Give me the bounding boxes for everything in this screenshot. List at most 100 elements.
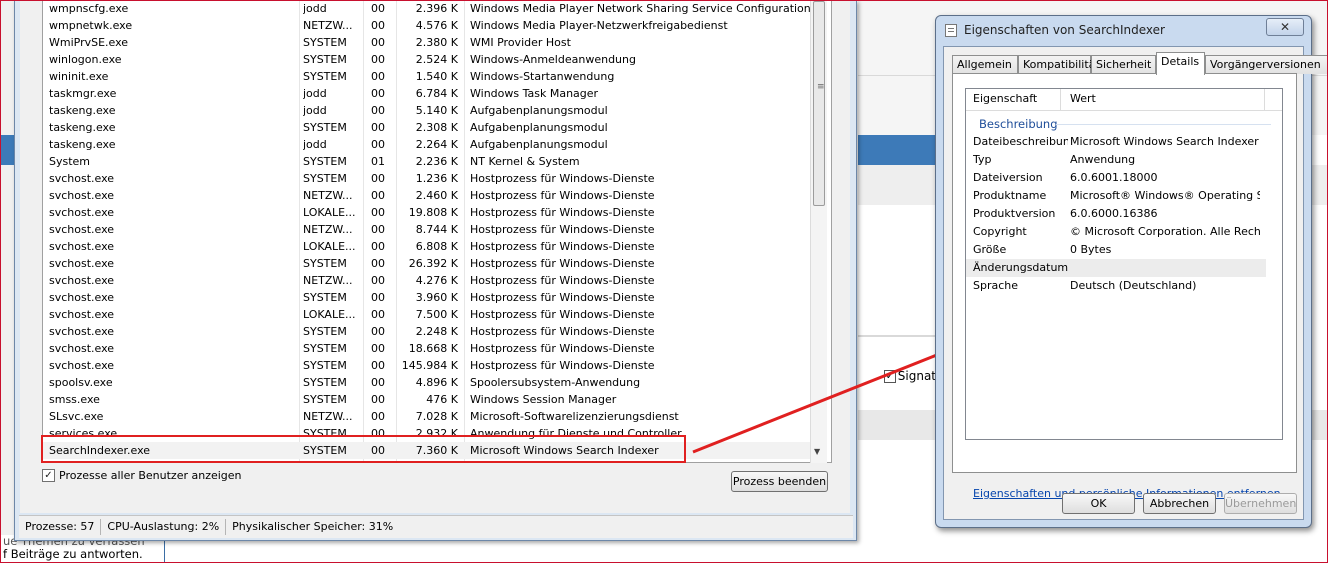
task-manager-body: wmpnscfg.exe jodd 00 2.396 K Windows Media P… <box>20 1 850 513</box>
cell-description: Hostprozess für Windows-Dienste <box>470 189 655 202</box>
cell-cpu: 00 <box>371 36 385 49</box>
table-row[interactable]: WmiPrvSE.exe SYSTEM 00 2.380 K WMI Provider … <box>43 34 815 51</box>
tab-3[interactable]: Details <box>1156 52 1205 75</box>
property-key: Dateiversion <box>973 171 1043 184</box>
cell-cpu: 00 <box>371 53 385 66</box>
cell-description: Hostprozess für Windows-Dienste <box>470 172 655 185</box>
cell-name: svchost.exe <box>49 240 115 253</box>
table-row[interactable]: taskeng.exe jodd 00 5.140 K Aufgabenplanungs… <box>43 102 815 119</box>
cell-name: wmpnscfg.exe <box>49 2 129 15</box>
table-row[interactable]: svchost.exe LOKALE... 00 7.500 K Hostprozess… <box>43 306 815 323</box>
table-row[interactable]: svchost.exe LOKALE... 00 19.808 K Hostprozes… <box>43 204 815 221</box>
cell-memory: 2.460 K <box>415 189 458 202</box>
cell-cpu: 00 <box>371 325 385 338</box>
tab-4[interactable]: Vorgängerversionen <box>1205 55 1328 74</box>
column-divider <box>1264 89 1265 110</box>
table-row[interactable]: SLsvc.exe NETZW... 00 7.028 K Microsoft-Soft… <box>43 408 815 425</box>
tab-1[interactable]: Kompatibilität <box>1018 55 1100 74</box>
cell-memory: 6.808 K <box>415 240 458 253</box>
property-value: © Microsoft Corporation. Alle Rechte ... <box>1070 225 1260 238</box>
property-row[interactable]: Copyright © Microsoft Corporation. Alle R… <box>966 223 1266 241</box>
cell-description: Hostprozess für Windows-Dienste <box>470 257 655 270</box>
property-row[interactable]: Dateibeschreibung Microsoft Windows Searc… <box>966 133 1266 151</box>
cell-description: Hostprozess für Windows-Dienste <box>470 359 655 372</box>
table-row[interactable]: taskeng.exe jodd 00 2.264 K Aufgabenplanungs… <box>43 136 815 153</box>
cell-cpu: 00 <box>371 138 385 151</box>
table-row[interactable]: svchost.exe NETZW... 00 2.460 K Hostprozess … <box>43 187 815 204</box>
property-row[interactable]: Produktname Microsoft® Windows® Operating… <box>966 187 1266 205</box>
grip-icon: ≡ <box>817 82 825 92</box>
cell-name: System <box>49 155 91 168</box>
table-row[interactable]: System SYSTEM 01 2.236 K NT Kernel & System <box>43 153 815 170</box>
table-row[interactable]: svchost.exe SYSTEM 00 1.236 K Hostprozess fü… <box>43 170 815 187</box>
background-signature-checkbox[interactable]: ✓ Signat <box>884 369 936 383</box>
process-list-scrollbar[interactable]: ≡ ▼ <box>810 1 827 463</box>
cell-cpu: 00 <box>371 172 385 185</box>
table-row[interactable]: taskmgr.exe jodd 00 6.784 K Windows Task Man… <box>43 85 815 102</box>
table-row[interactable]: svchost.exe SYSTEM 00 2.248 K Hostprozess fü… <box>43 323 815 340</box>
table-row[interactable]: wmpnscfg.exe jodd 00 2.396 K Windows Media P… <box>43 1 815 17</box>
cell-user: LOKALE... <box>303 240 356 253</box>
cell-user: SYSTEM <box>303 172 347 185</box>
table-row[interactable]: winlogon.exe SYSTEM 00 2.524 K Windows-Anmel… <box>43 51 815 68</box>
status-cpu: CPU-Auslastung: 2% <box>101 519 227 535</box>
table-row[interactable]: SearchIndexer.exe SYSTEM 00 7.360 K Microsof… <box>43 442 815 459</box>
ok-button[interactable]: OK <box>1062 493 1135 514</box>
background-window-edge <box>0 0 14 535</box>
cell-user: jodd <box>303 87 327 100</box>
check-icon: ✓ <box>42 469 55 482</box>
process-list[interactable]: wmpnscfg.exe jodd 00 2.396 K Windows Media P… <box>42 1 832 463</box>
apply-button[interactable]: Übernehmen <box>1224 493 1297 514</box>
table-row[interactable]: spoolsv.exe SYSTEM 00 4.896 K Spoolersubsyst… <box>43 374 815 391</box>
tab-2[interactable]: Sicherheit <box>1091 55 1156 74</box>
table-row[interactable]: taskeng.exe SYSTEM 00 2.308 K Aufgabenplanun… <box>43 119 815 136</box>
table-row[interactable]: wmpnetwk.exe NETZW... 00 4.576 K Windows Med… <box>43 17 815 34</box>
table-row[interactable]: svchost.exe SYSTEM 00 18.668 K Hostprozess f… <box>43 340 815 357</box>
cell-name: svchost.exe <box>49 172 115 185</box>
cell-cpu: 00 <box>371 359 385 372</box>
cell-user: NETZW... <box>303 19 353 32</box>
cell-cpu: 00 <box>371 274 385 287</box>
cell-description: Spoolersubsystem-Anwendung <box>470 376 641 389</box>
table-row[interactable]: svchost.exe SYSTEM 00 3.960 K Hostprozess fü… <box>43 289 815 306</box>
tab-0[interactable]: Allgemein <box>952 55 1018 74</box>
table-row[interactable]: svchost.exe LOKALE... 00 6.808 K Hostprozess… <box>43 238 815 255</box>
property-row[interactable]: Typ Anwendung <box>966 151 1266 169</box>
end-process-button[interactable]: Prozess beenden <box>731 471 828 492</box>
table-row[interactable]: wininit.exe SYSTEM 00 1.540 K Windows-Starta… <box>43 68 815 85</box>
cell-cpu: 00 <box>371 2 385 15</box>
scroll-down-icon[interactable]: ▼ <box>814 447 820 456</box>
property-key: Änderungsdatum <box>973 261 1068 274</box>
column-header-property[interactable]: Eigenschaft <box>973 92 1037 105</box>
property-row[interactable]: Änderungsdatum <box>966 259 1266 277</box>
cell-cpu: 00 <box>371 223 385 236</box>
table-row[interactable]: svchost.exe SYSTEM 00 145.984 K Hostprozess … <box>43 357 815 374</box>
table-row[interactable]: svchost.exe NETZW... 00 8.744 K Hostprozess … <box>43 221 815 238</box>
property-row[interactable]: Produktversion 6.0.6000.16386 <box>966 205 1266 223</box>
table-row[interactable]: svchost.exe SYSTEM 00 26.392 K Hostprozess f… <box>43 255 815 272</box>
cell-user: SYSTEM <box>303 393 347 406</box>
property-row[interactable]: Größe 0 Bytes <box>966 241 1266 259</box>
status-processes: Prozesse: 57 <box>19 519 102 535</box>
cell-user: SYSTEM <box>303 427 347 440</box>
scrollbar-thumb[interactable]: ≡ <box>813 1 825 206</box>
column-header-value[interactable]: Wert <box>1070 92 1096 105</box>
table-row[interactable]: smss.exe SYSTEM 00 476 K Windows Session Man… <box>43 391 815 408</box>
property-list-header: Eigenschaft Wert <box>966 89 1282 111</box>
cell-memory: 2.380 K <box>415 36 458 49</box>
close-button[interactable]: ✕ <box>1266 18 1304 36</box>
property-row[interactable]: Sprache Deutsch (Deutschland) <box>966 277 1266 295</box>
cell-memory: 2.236 K <box>415 155 458 168</box>
status-memory: Physikalischer Speicher: 31% <box>232 520 394 533</box>
table-row[interactable]: svchost.exe NETZW... 00 4.276 K Hostprozess … <box>43 272 815 289</box>
property-list[interactable]: Eigenschaft Wert Beschreibung Dateibesch… <box>965 88 1283 440</box>
cell-description: Windows Media Player Network Sharing Ser… <box>470 2 815 15</box>
table-row[interactable]: services.exe SYSTEM 00 2.932 K Anwendung für… <box>43 425 815 442</box>
cancel-button[interactable]: Abbrechen <box>1143 493 1216 514</box>
show-all-users-checkbox[interactable]: ✓ Prozesse aller Benutzer anzeigen <box>42 469 242 482</box>
cell-memory: 4.576 K <box>415 19 458 32</box>
cell-memory: 1.540 K <box>415 70 458 83</box>
cell-cpu: 00 <box>371 427 385 440</box>
property-row[interactable]: Dateiversion 6.0.6001.18000 <box>966 169 1266 187</box>
cell-cpu: 00 <box>371 206 385 219</box>
